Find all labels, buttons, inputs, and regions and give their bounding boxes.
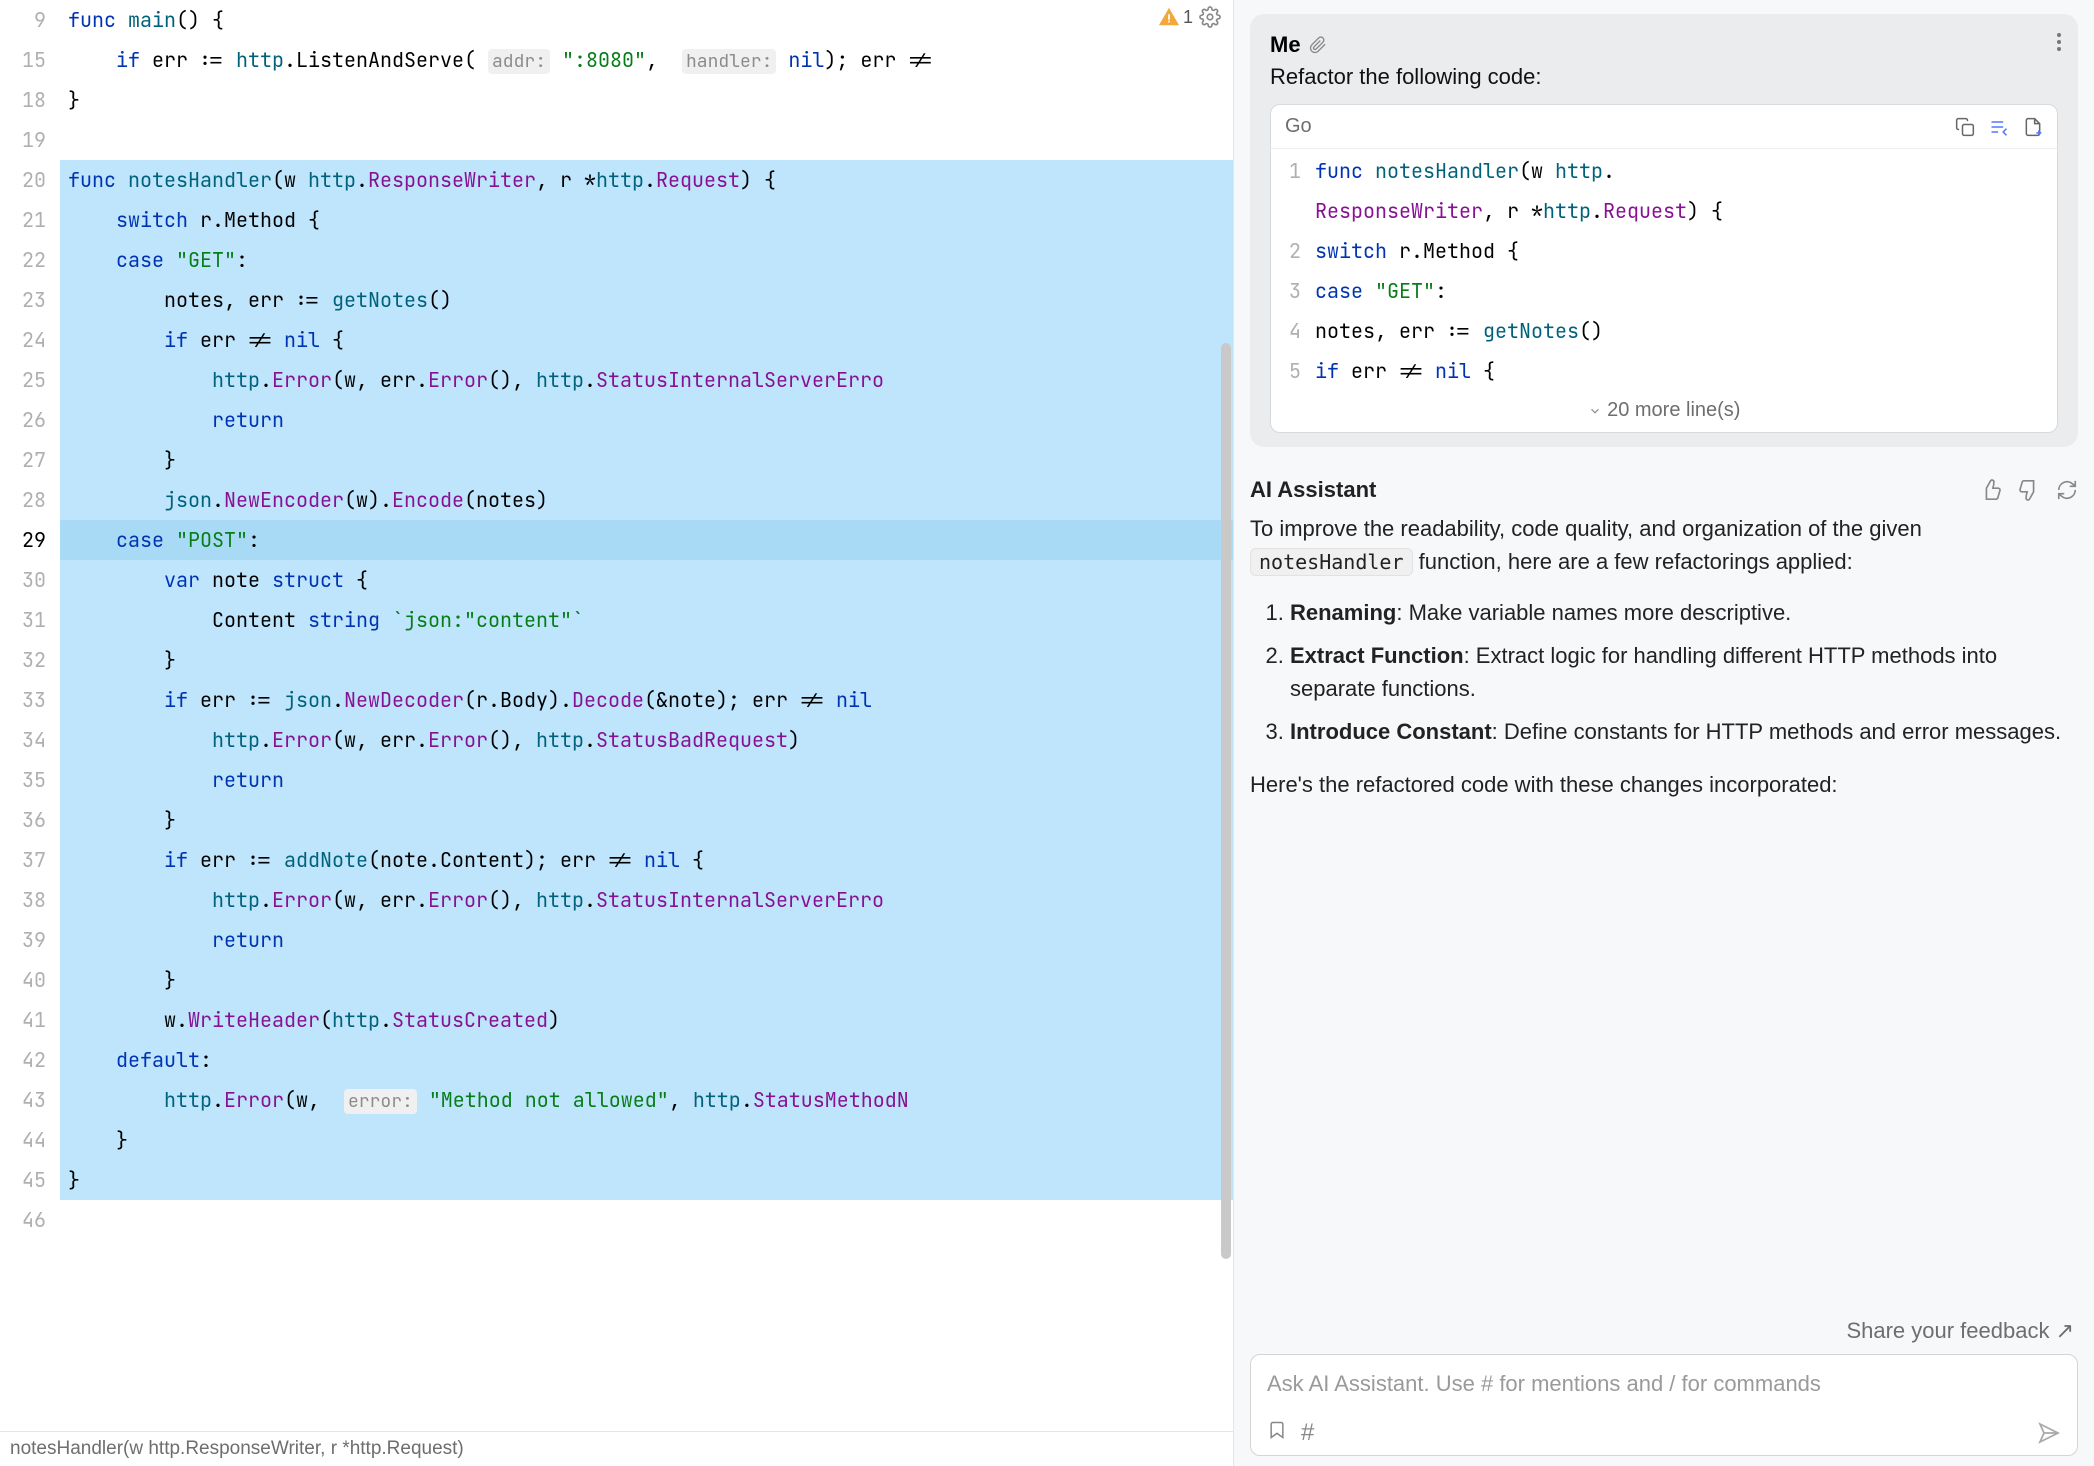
- list-item: Introduce Constant: Define constants for…: [1290, 715, 2078, 748]
- regenerate-icon[interactable]: [2056, 479, 2078, 501]
- chat-input-placeholder: Ask AI Assistant. Use # for mentions and…: [1267, 1371, 2061, 1397]
- list-item: Renaming: Make variable names more descr…: [1290, 596, 2078, 629]
- scrollbar[interactable]: [1219, 0, 1231, 1431]
- warning-count: 1: [1183, 7, 1193, 28]
- attached-code-content: 1func notesHandler(w http.ResponseWriter…: [1271, 149, 2057, 393]
- code-line[interactable]: default:: [60, 1040, 1233, 1080]
- user-prompt: Refactor the following code:: [1270, 64, 2058, 90]
- code-line[interactable]: }: [60, 960, 1233, 1000]
- editor-pane: 1 91518192021222324252627282930313233343…: [0, 0, 1234, 1466]
- refactoring-list: Renaming: Make variable names more descr…: [1290, 596, 2078, 748]
- code-line[interactable]: }: [60, 800, 1233, 840]
- code-line[interactable]: if err != nil {: [60, 320, 1233, 360]
- gutter: 9151819202122232425262728293031323334353…: [0, 0, 60, 1431]
- code-line[interactable]: func notesHandler(w http.ResponseWriter,…: [60, 160, 1233, 200]
- status-bar: notesHandler(w http.ResponseWriter, r *h…: [0, 1431, 1233, 1466]
- copy-icon[interactable]: [1955, 117, 1975, 137]
- expand-code-button[interactable]: 20 more line(s): [1271, 393, 2057, 432]
- attached-code-block: Go 1func notesHandler(w http.ResponseWri…: [1270, 104, 2058, 433]
- code-line[interactable]: Content string `json:"content"`: [60, 600, 1233, 640]
- code-line[interactable]: http.Error(w, err.Error(), http.StatusIn…: [60, 360, 1233, 400]
- code-line[interactable]: return: [60, 400, 1233, 440]
- code-line[interactable]: }: [60, 640, 1233, 680]
- user-message-bubble: Me Refactor the following code: Go 1func…: [1250, 14, 2078, 447]
- assistant-pane: Me Refactor the following code: Go 1func…: [1234, 0, 2094, 1466]
- code-line[interactable]: json.NewEncoder(w).Encode(notes): [60, 480, 1233, 520]
- code-line[interactable]: switch r.Method {: [60, 200, 1233, 240]
- code-line[interactable]: }: [60, 1160, 1233, 1200]
- code-line[interactable]: http.Error(w, err.Error(), http.StatusBa…: [60, 720, 1233, 760]
- code-area[interactable]: 1 91518192021222324252627282930313233343…: [0, 0, 1233, 1431]
- code-line[interactable]: if err := json.NewDecoder(r.Body).Decode…: [60, 680, 1233, 720]
- warning-badge[interactable]: 1: [1158, 6, 1193, 28]
- code-line[interactable]: http.Error(w, err.Error(), http.StatusIn…: [60, 880, 1233, 920]
- user-name: Me: [1270, 32, 1301, 58]
- list-item: Extract Function: Extract logic for hand…: [1290, 639, 2078, 705]
- code-line[interactable]: http.Error(w, error: "Method not allowed…: [60, 1080, 1233, 1120]
- thumbs-up-icon[interactable]: [1980, 479, 2002, 501]
- code-line[interactable]: }: [60, 1120, 1233, 1160]
- send-icon[interactable]: [2037, 1421, 2061, 1445]
- chat-input[interactable]: Ask AI Assistant. Use # for mentions and…: [1250, 1354, 2078, 1456]
- code-line[interactable]: notes, err := getNotes(): [60, 280, 1233, 320]
- code-line[interactable]: case "POST":: [60, 520, 1233, 560]
- assistant-title: AI Assistant: [1250, 473, 1376, 506]
- code-line[interactable]: if err := addNote(note.Content); err != …: [60, 840, 1233, 880]
- status-text: notesHandler(w http.ResponseWriter, r *h…: [10, 1438, 464, 1459]
- code-content[interactable]: func main() { if err := http.ListenAndSe…: [60, 0, 1233, 1431]
- scrollbar-thumb[interactable]: [1221, 343, 1231, 1259]
- code-line[interactable]: [60, 120, 1233, 160]
- code-lang-label: Go: [1285, 115, 1312, 138]
- code-line[interactable]: var note struct {: [60, 560, 1233, 600]
- code-line[interactable]: return: [60, 760, 1233, 800]
- code-line[interactable]: w.WriteHeader(http.StatusCreated): [60, 1000, 1233, 1040]
- code-line[interactable]: func main() {: [60, 0, 1233, 40]
- gear-icon[interactable]: [1199, 6, 1221, 28]
- code-line[interactable]: if err := http.ListenAndServe( addr: ":8…: [60, 40, 1233, 80]
- code-line[interactable]: case "GET":: [60, 240, 1233, 280]
- code-line[interactable]: [60, 1200, 1233, 1240]
- assistant-message: AI Assistant To improve the readability,…: [1250, 473, 2078, 1308]
- assistant-outro: Here's the refactored code with these ch…: [1250, 768, 2078, 801]
- code-line[interactable]: return: [60, 920, 1233, 960]
- assistant-text: To improve the readability, code quality…: [1250, 512, 2078, 578]
- code-line[interactable]: }: [60, 440, 1233, 480]
- insert-icon[interactable]: [1989, 117, 2009, 137]
- new-file-icon[interactable]: [2023, 117, 2043, 137]
- feedback-link[interactable]: Share your feedback ↗: [1250, 1308, 2078, 1354]
- bookmark-icon[interactable]: [1267, 1419, 1287, 1447]
- hash-icon[interactable]: #: [1301, 1419, 1314, 1447]
- thumbs-down-icon[interactable]: [2018, 479, 2040, 501]
- kebab-menu-icon[interactable]: [2056, 32, 2062, 52]
- attachment-icon[interactable]: [1309, 36, 1327, 54]
- code-line[interactable]: }: [60, 80, 1233, 120]
